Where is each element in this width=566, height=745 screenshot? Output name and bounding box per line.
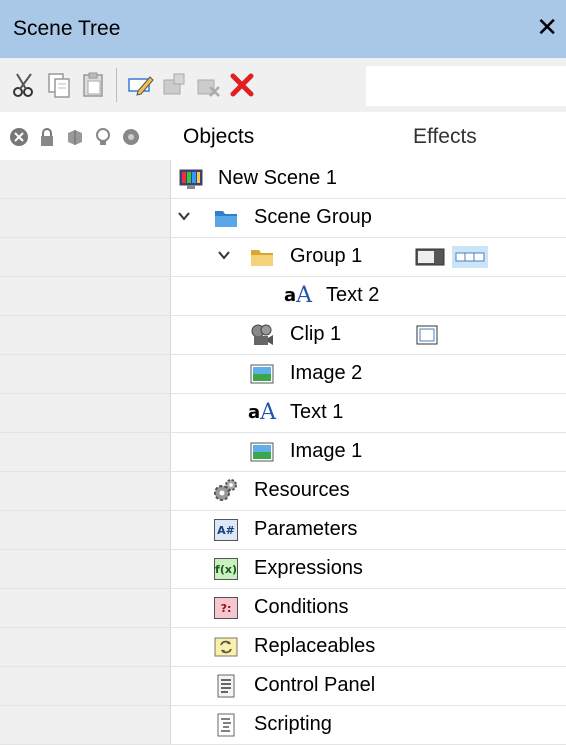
tree-row[interactable]: aA Text 1 [0,394,566,433]
row-flags[interactable] [0,355,171,393]
title-bar: Scene Tree ✕ [0,0,566,58]
bulb-icon[interactable] [92,126,114,148]
tree-header: Objects Effects [0,112,566,160]
expressions-icon: f(x) [213,556,239,582]
close-icon[interactable]: ✕ [536,14,558,40]
tree-row[interactable]: Image 2 [0,355,566,394]
tree-item-label[interactable]: Expressions [254,557,363,580]
tree-row[interactable]: New Scene 1 [0,160,566,199]
tree-item-label[interactable]: Scripting [254,713,332,736]
row-flags[interactable] [0,667,171,705]
tree-item-label[interactable]: Control Panel [254,674,375,697]
tree-row[interactable]: Control Panel [0,667,566,706]
chevron-down-icon[interactable] [176,208,192,224]
row-flags[interactable] [0,706,171,744]
tree-item-label[interactable]: Conditions [254,596,349,619]
parameters-badge: A# [214,519,238,541]
tree-row[interactable]: Clip 1 [0,316,566,355]
tree-row[interactable]: f(x) Expressions [0,550,566,589]
row-flags[interactable] [0,394,171,432]
tree-item-label[interactable]: Replaceables [254,635,375,658]
image-icon [249,439,275,465]
tree-row[interactable]: Scripting [0,706,566,745]
tree-row[interactable]: ?: Conditions [0,589,566,628]
shadow-effect-icon[interactable] [414,246,448,268]
toolbar [0,58,566,112]
grid-effect-icon[interactable] [452,246,488,268]
parameters-icon: A# [213,517,239,543]
tree-item-label[interactable]: Text 2 [326,284,379,307]
effects-column-header[interactable]: Effects [413,125,477,149]
text-icon: aA [247,400,277,425]
scene-tree: New Scene 1 Scene Group Group 1 a A Text… [0,160,566,745]
add-button[interactable] [157,65,191,105]
replaceables-icon [213,634,239,660]
tree-item-label[interactable]: Parameters [254,518,357,541]
paste-icon [83,72,103,97]
tree-item-label[interactable]: Image 1 [290,440,362,463]
row-flags[interactable] [0,628,171,666]
scene-icon [178,166,204,192]
tree-item-label[interactable]: Scene Group [254,206,372,229]
delete-icon [230,73,254,97]
tree-item-label[interactable]: Text 1 [290,401,343,424]
cut-button[interactable] [8,65,42,105]
row-flags[interactable] [0,550,171,588]
row-flags[interactable] [0,433,171,471]
control-panel-icon [213,673,239,699]
scissors-icon [13,73,33,97]
chevron-down-icon[interactable] [216,247,232,263]
remove-button[interactable] [191,65,225,105]
row-flags[interactable] [0,160,171,198]
search-input[interactable] [366,66,566,106]
row-flags[interactable] [0,316,171,354]
folder-yellow-icon [249,244,275,270]
gears-icon [213,478,239,504]
image-icon [249,361,275,387]
disable-icon[interactable] [8,126,30,148]
tree-row[interactable]: Scene Group [0,199,566,238]
crop-effect-icon[interactable] [414,324,440,346]
cube-icon[interactable] [64,126,86,148]
tree-item-label[interactable]: New Scene 1 [218,167,337,190]
objects-column-header[interactable]: Objects [183,125,254,149]
delete-button[interactable] [225,65,259,105]
tree-item-label[interactable]: Image 2 [290,362,362,385]
folder-blue-icon [213,205,239,231]
tree-item-label[interactable]: Clip 1 [290,323,341,346]
paste-button[interactable] [76,65,110,105]
tree-row[interactable]: aA Text 2 [0,277,566,316]
add-icon [163,73,185,95]
tree-row[interactable]: A# Parameters [0,511,566,550]
rename-button[interactable] [123,65,157,105]
row-flags[interactable] [0,472,171,510]
text-icon: aA [283,283,313,308]
rename-icon [128,76,154,96]
copy-button[interactable] [42,65,76,105]
column-icons [8,126,142,148]
scripting-icon [213,712,239,738]
row-flags[interactable] [0,589,171,627]
render-icon[interactable] [120,126,142,148]
toolbar-separator [116,68,117,102]
tree-row[interactable]: Image 1 [0,433,566,472]
tree-item-label[interactable]: Resources [254,479,350,502]
conditions-badge: ?: [214,597,238,619]
row-flags[interactable] [0,277,171,315]
expressions-badge: f(x) [214,558,238,580]
tree-row[interactable]: Replaceables [0,628,566,667]
clip-icon [249,322,275,348]
tree-item-label[interactable]: Group 1 [290,245,362,268]
tree-row[interactable]: Group 1 [0,238,566,277]
row-flags[interactable] [0,199,171,237]
lock-icon[interactable] [36,126,58,148]
row-flags[interactable] [0,511,171,549]
tree-row[interactable]: Resources [0,472,566,511]
conditions-icon: ?: [213,595,239,621]
copy-icon [48,73,70,98]
remove-icon [197,79,220,97]
window-title: Scene Tree [13,17,121,40]
row-flags[interactable] [0,238,171,276]
